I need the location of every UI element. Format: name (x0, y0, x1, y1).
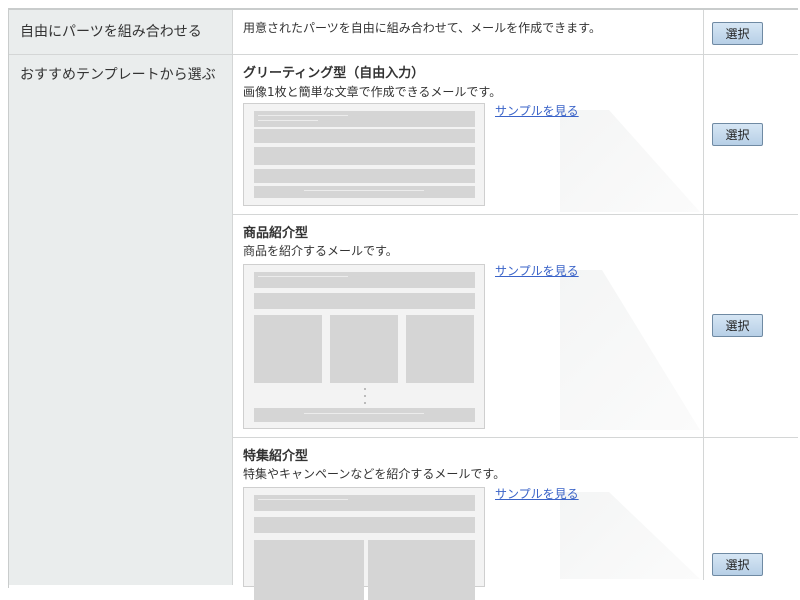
select-button-free-parts[interactable]: 選択 (712, 22, 763, 45)
select-button-greeting[interactable]: 選択 (712, 123, 763, 146)
template-divider (233, 214, 798, 215)
template-divider (233, 437, 798, 438)
sample-link-product[interactable]: サンプルを見る (495, 262, 579, 279)
row-header-templates-label: おすすめテンプレートから選ぶ (20, 67, 216, 83)
template-description-feature: 特集やキャンペーンなどを紹介するメールです。 (243, 467, 506, 481)
template-title-greeting: グリーティング型（自由入力） (243, 66, 425, 81)
column-divider (703, 10, 704, 580)
select-button-product[interactable]: 選択 (712, 314, 763, 337)
sample-link-feature[interactable]: サンプルを見る (495, 485, 579, 502)
row-header-free-parts: 自由にパーツを組み合わせる (9, 10, 233, 54)
sample-link-greeting[interactable]: サンプルを見る (495, 102, 579, 119)
free-parts-description: 用意されたパーツを自由に組み合わせて、メールを作成できます。 (243, 21, 601, 35)
row-header-templates: おすすめテンプレートから選ぶ (9, 55, 233, 585)
select-button-feature[interactable]: 選択 (712, 553, 763, 576)
template-preview-feature (243, 487, 485, 600)
row-header-free-parts-label: 自由にパーツを組み合わせる (20, 24, 202, 40)
template-description-greeting: 画像1枚と簡単な文章で作成できるメールです。 (243, 85, 502, 99)
template-title-feature: 特集紹介型 (243, 449, 309, 464)
template-preview-greeting (243, 103, 485, 206)
template-preview-product (243, 264, 485, 429)
template-description-product: 商品を紹介するメールです。 (243, 244, 398, 258)
template-title-product: 商品紹介型 (243, 226, 309, 241)
